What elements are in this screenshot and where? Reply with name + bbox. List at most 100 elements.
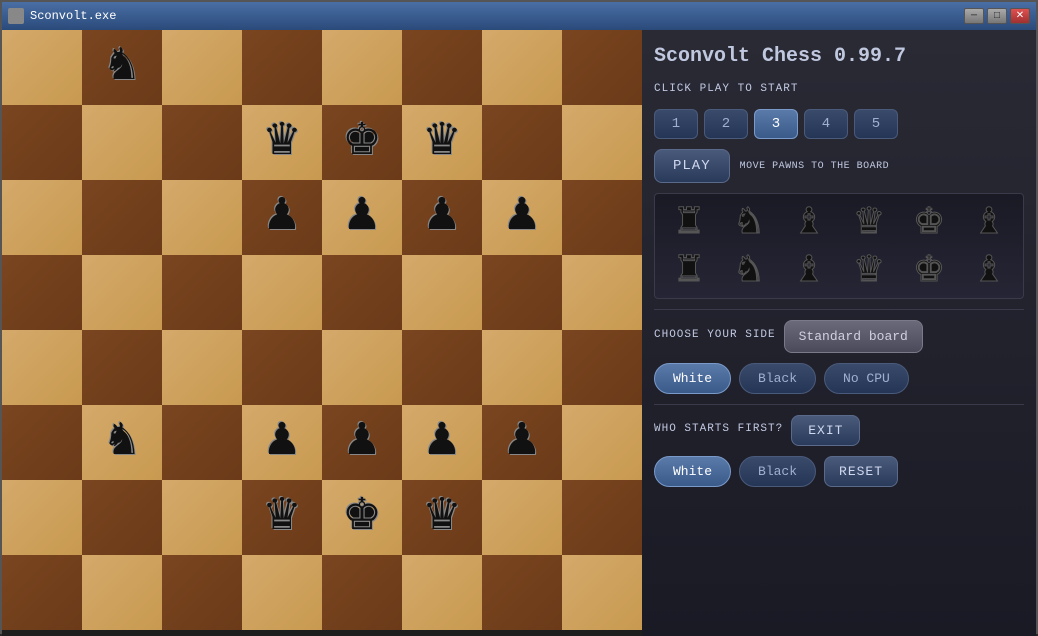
tray-queen-2[interactable]: ♛ bbox=[844, 248, 894, 292]
cell-7-2[interactable] bbox=[162, 555, 242, 630]
difficulty-1[interactable]: 1 bbox=[654, 109, 698, 139]
difficulty-3[interactable]: 3 bbox=[754, 109, 798, 139]
exit-button[interactable]: EXIT bbox=[791, 415, 860, 446]
cell-7-1[interactable] bbox=[82, 555, 162, 630]
cell-7-4[interactable] bbox=[322, 555, 402, 630]
cell-1-7[interactable] bbox=[562, 105, 642, 180]
reset-button[interactable]: RESET bbox=[824, 456, 898, 487]
cell-1-6[interactable] bbox=[482, 105, 562, 180]
cell-4-1[interactable] bbox=[82, 330, 162, 405]
cell-1-1[interactable] bbox=[82, 105, 162, 180]
cell-5-0[interactable] bbox=[2, 405, 82, 480]
chess-piece[interactable]: ♞ bbox=[102, 421, 141, 465]
cell-4-2[interactable] bbox=[162, 330, 242, 405]
play-button[interactable]: PLAY bbox=[654, 149, 730, 183]
cell-2-5[interactable]: ♟ bbox=[402, 180, 482, 255]
no-cpu-button[interactable]: No CPU bbox=[824, 363, 909, 394]
cell-6-6[interactable] bbox=[482, 480, 562, 555]
chess-piece[interactable]: ♛ bbox=[262, 496, 301, 540]
tray-bishop-1[interactable]: ♝ bbox=[784, 200, 834, 244]
cell-6-3[interactable]: ♛ bbox=[242, 480, 322, 555]
cell-3-7[interactable] bbox=[562, 255, 642, 330]
difficulty-4[interactable]: 4 bbox=[804, 109, 848, 139]
cell-0-1[interactable]: ♞ bbox=[82, 30, 162, 105]
cell-7-6[interactable] bbox=[482, 555, 562, 630]
difficulty-2[interactable]: 2 bbox=[704, 109, 748, 139]
cell-7-0[interactable] bbox=[2, 555, 82, 630]
tray-queen-1[interactable]: ♛ bbox=[844, 200, 894, 244]
cell-4-3[interactable] bbox=[242, 330, 322, 405]
cell-6-4[interactable]: ♚ bbox=[322, 480, 402, 555]
cell-5-4[interactable]: ♟ bbox=[322, 405, 402, 480]
cell-2-0[interactable] bbox=[2, 180, 82, 255]
chess-piece[interactable]: ♛ bbox=[422, 121, 461, 165]
cell-2-2[interactable] bbox=[162, 180, 242, 255]
cell-0-0[interactable] bbox=[2, 30, 82, 105]
cell-0-5[interactable] bbox=[402, 30, 482, 105]
cell-7-3[interactable] bbox=[242, 555, 322, 630]
chess-piece[interactable]: ♟ bbox=[342, 421, 381, 465]
standard-board-button[interactable]: Standard board bbox=[784, 320, 923, 353]
close-button[interactable]: ✕ bbox=[1010, 8, 1030, 24]
cell-6-5[interactable]: ♛ bbox=[402, 480, 482, 555]
chess-piece[interactable]: ♟ bbox=[262, 196, 301, 240]
cell-1-5[interactable]: ♛ bbox=[402, 105, 482, 180]
cell-3-0[interactable] bbox=[2, 255, 82, 330]
cell-5-2[interactable] bbox=[162, 405, 242, 480]
chess-piece[interactable]: ♟ bbox=[502, 196, 541, 240]
chess-piece[interactable]: ♛ bbox=[422, 496, 461, 540]
chess-piece[interactable]: ♟ bbox=[422, 421, 461, 465]
cell-7-5[interactable] bbox=[402, 555, 482, 630]
tray-king-1[interactable]: ♚ bbox=[904, 200, 954, 244]
cell-1-3[interactable]: ♛ bbox=[242, 105, 322, 180]
cell-3-2[interactable] bbox=[162, 255, 242, 330]
cell-0-2[interactable] bbox=[162, 30, 242, 105]
cell-4-5[interactable] bbox=[402, 330, 482, 405]
tray-rook-1[interactable]: ♜ bbox=[664, 200, 714, 244]
cell-7-7[interactable] bbox=[562, 555, 642, 630]
tray-knight-2[interactable]: ♞ bbox=[724, 248, 774, 292]
cell-1-0[interactable] bbox=[2, 105, 82, 180]
chess-piece[interactable]: ♟ bbox=[342, 196, 381, 240]
cell-3-1[interactable] bbox=[82, 255, 162, 330]
cell-1-2[interactable] bbox=[162, 105, 242, 180]
chess-piece[interactable]: ♟ bbox=[502, 421, 541, 465]
cell-3-3[interactable] bbox=[242, 255, 322, 330]
cell-4-6[interactable] bbox=[482, 330, 562, 405]
chess-piece[interactable]: ♚ bbox=[342, 121, 381, 165]
cell-3-5[interactable] bbox=[402, 255, 482, 330]
cell-2-7[interactable] bbox=[562, 180, 642, 255]
cell-2-1[interactable] bbox=[82, 180, 162, 255]
tray-rook-2[interactable]: ♜ bbox=[664, 248, 714, 292]
cell-6-2[interactable] bbox=[162, 480, 242, 555]
cell-5-7[interactable] bbox=[562, 405, 642, 480]
minimize-button[interactable]: ─ bbox=[964, 8, 984, 24]
cell-5-1[interactable]: ♞ bbox=[82, 405, 162, 480]
chess-piece[interactable]: ♟ bbox=[262, 421, 301, 465]
tray-bishop-2[interactable]: ♝ bbox=[964, 200, 1014, 244]
cell-0-6[interactable] bbox=[482, 30, 562, 105]
cell-4-4[interactable] bbox=[322, 330, 402, 405]
tray-bishop-3[interactable]: ♝ bbox=[784, 248, 834, 292]
cell-5-5[interactable]: ♟ bbox=[402, 405, 482, 480]
chess-piece[interactable]: ♚ bbox=[342, 496, 381, 540]
cell-5-6[interactable]: ♟ bbox=[482, 405, 562, 480]
cell-2-3[interactable]: ♟ bbox=[242, 180, 322, 255]
cell-6-7[interactable] bbox=[562, 480, 642, 555]
black-starts-button[interactable]: Black bbox=[739, 456, 816, 487]
cell-6-1[interactable] bbox=[82, 480, 162, 555]
black-side-button[interactable]: Black bbox=[739, 363, 816, 394]
cell-5-3[interactable]: ♟ bbox=[242, 405, 322, 480]
white-starts-button[interactable]: White bbox=[654, 456, 731, 487]
cell-2-4[interactable]: ♟ bbox=[322, 180, 402, 255]
tray-knight-1[interactable]: ♞ bbox=[724, 200, 774, 244]
cell-1-4[interactable]: ♚ bbox=[322, 105, 402, 180]
cell-4-0[interactable] bbox=[2, 330, 82, 405]
chess-piece[interactable]: ♛ bbox=[262, 121, 301, 165]
cell-0-3[interactable] bbox=[242, 30, 322, 105]
cell-2-6[interactable]: ♟ bbox=[482, 180, 562, 255]
tray-king-2[interactable]: ♚ bbox=[904, 248, 954, 292]
maximize-button[interactable]: □ bbox=[987, 8, 1007, 24]
tray-bishop-4[interactable]: ♝ bbox=[964, 248, 1014, 292]
white-side-button[interactable]: White bbox=[654, 363, 731, 394]
